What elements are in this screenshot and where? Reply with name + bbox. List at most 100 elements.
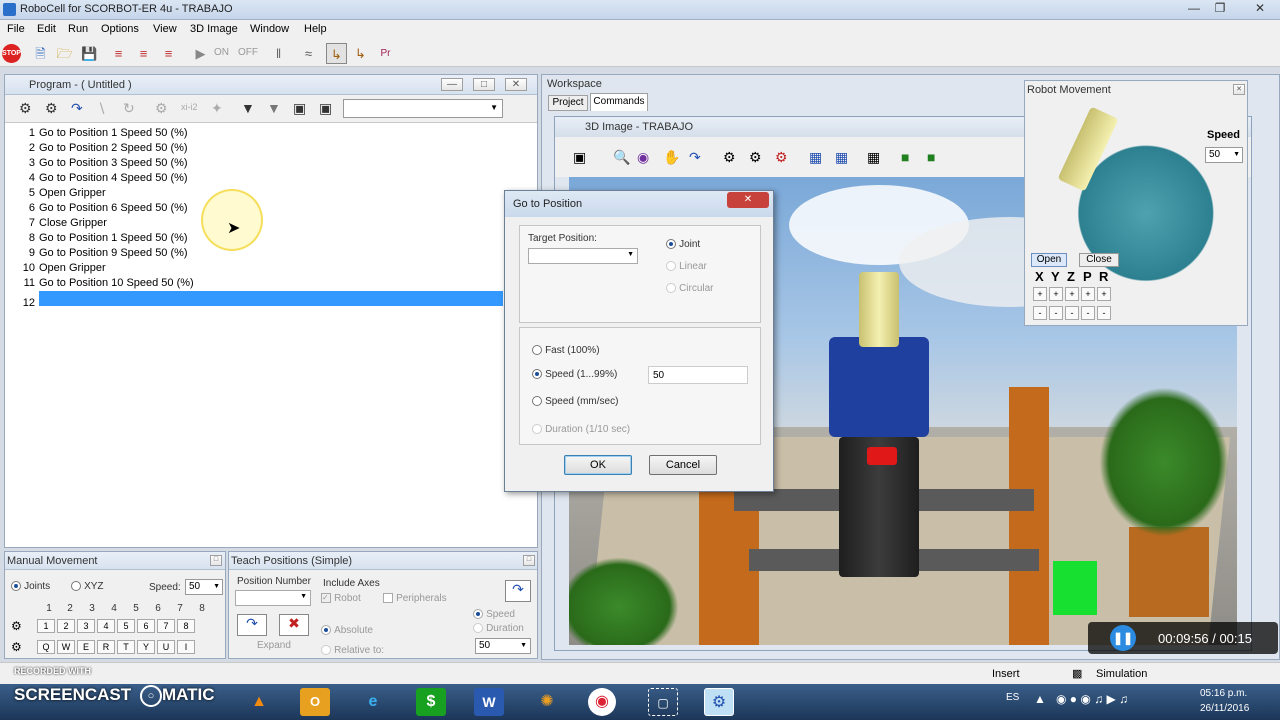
vlc-icon[interactable]: ▲ [244, 688, 274, 716]
robot-checkbox[interactable]: ✓ Robot [321, 592, 361, 604]
joint-key[interactable]: 3 [77, 619, 95, 633]
camera2-icon[interactable]: ▦ [835, 149, 848, 166]
save-icon[interactable]: 💾 [79, 43, 100, 64]
joint-key[interactable]: Y [137, 640, 155, 654]
close-icon[interactable]: ✕ [1240, 0, 1280, 17]
xyz-radio[interactable]: XYZ [71, 580, 104, 592]
robot-arm-icon[interactable]: ⚙ [19, 100, 32, 117]
pause-icon[interactable]: ❚❚ [1110, 625, 1136, 651]
menu-view[interactable]: View [153, 23, 177, 35]
duration-radio[interactable]: Duration (1/10 sec) [532, 423, 630, 435]
axis-minus-button[interactable]: - [1033, 306, 1047, 320]
speed-mm-radio[interactable]: Speed (mm/sec) [532, 395, 618, 407]
axis-plus-button[interactable]: + [1049, 287, 1063, 301]
joint-key[interactable]: R [97, 640, 115, 654]
command-dropdown[interactable]: ▼ [343, 99, 503, 118]
tab-commands[interactable]: Commands [590, 93, 648, 111]
joint-key[interactable]: 8 [177, 619, 195, 633]
program-line[interactable]: 3 Go to Position 3 Speed 50 (%) [11, 156, 503, 171]
program-line[interactable]: 10 Open Gripper [11, 261, 503, 276]
minimize-icon[interactable]: — [1180, 0, 1208, 17]
word-icon[interactable]: W [474, 688, 504, 716]
objects-icon[interactable]: ■ [901, 149, 909, 165]
objects2-icon[interactable]: ■ [927, 149, 935, 165]
relative-radio[interactable]: Relative to: [321, 644, 384, 656]
manual-close-button[interactable]: □ [210, 555, 222, 566]
gripper-close-button[interactable]: Close [1079, 253, 1119, 267]
axis-plus-button[interactable]: + [1065, 287, 1079, 301]
walk-icon[interactable]: ✦ [211, 100, 223, 117]
program-line[interactable]: 1 Go to Position 1 Speed 50 (%) [11, 126, 503, 141]
peripherals-checkbox[interactable]: Peripherals [383, 592, 447, 604]
maximize-icon[interactable]: ❐ [1206, 0, 1234, 17]
manual-speed-select[interactable]: 50 ▼ [185, 579, 223, 595]
circular-radio[interactable]: Circular [666, 282, 714, 294]
joint-key[interactable]: 6 [137, 619, 155, 633]
snip-icon[interactable]: ▢ [648, 688, 678, 716]
cancel-button[interactable]: Cancel [649, 455, 717, 475]
axis-minus-button[interactable]: - [1065, 306, 1079, 320]
teach-move-button[interactable]: ↷ [505, 580, 531, 602]
teach-record-button[interactable]: ↷ [237, 614, 267, 636]
program-line[interactable]: 2 Go to Position 2 Speed 50 (%) [11, 141, 503, 156]
axis-minus-button[interactable]: - [1081, 306, 1095, 320]
robot-view3-icon[interactable]: ⚙ [775, 149, 788, 166]
fast-radio[interactable]: Fast (100%) [532, 344, 600, 356]
tray-network-icon[interactable]: ▲ [1034, 692, 1046, 706]
target-position-select[interactable]: ▼ [528, 248, 638, 264]
joint-key[interactable]: 2 [57, 619, 75, 633]
teach-delete-button[interactable]: ✖ [279, 614, 309, 636]
teach-duration-radio[interactable]: Duration [473, 622, 524, 634]
menu-help[interactable]: Help [304, 23, 327, 35]
run-icon[interactable]: ▶ [190, 43, 211, 64]
program-icon[interactable]: Pr [375, 43, 396, 64]
view-icon[interactable]: ▣ [573, 149, 586, 166]
money-icon[interactable]: $ [416, 688, 446, 716]
joint-key[interactable]: 4 [97, 619, 115, 633]
joint-key[interactable]: 7 [157, 619, 175, 633]
rotate-view-icon[interactable]: ↷ [689, 149, 701, 166]
axis-plus-button[interactable]: + [1033, 287, 1047, 301]
open-folder-icon[interactable]: 🗁 [54, 43, 75, 64]
joint-key[interactable]: E [77, 640, 95, 654]
teach-speed-select[interactable]: 50 ▼ [475, 638, 531, 654]
rm-speed-select[interactable]: 50 ▼ [1205, 147, 1243, 163]
joint-key[interactable]: 1 [37, 619, 55, 633]
zoom-icon[interactable]: 🔍 [613, 149, 630, 166]
menu-file[interactable]: File [7, 23, 25, 35]
axis-icon[interactable]: ⚙ [155, 100, 168, 117]
joint-key[interactable]: 5 [117, 619, 135, 633]
program-line[interactable]: 5 Open Gripper [11, 186, 503, 201]
program-maximize-button[interactable]: □ [473, 78, 495, 91]
joint-radio[interactable]: Joint [666, 238, 700, 250]
zoom-fit-icon[interactable]: ◉ [637, 149, 649, 166]
program-line-selected[interactable]: 12 [11, 291, 503, 309]
xyz-icon[interactable]: xi-i2 [181, 102, 198, 112]
robot-movement-close-button[interactable]: ✕ [1233, 84, 1245, 95]
app-icon-taskbar[interactable]: ✺ [532, 688, 562, 716]
axis-minus-button[interactable]: - [1097, 306, 1111, 320]
tab-project[interactable]: Project [548, 95, 588, 111]
axis-minus-button[interactable]: - [1049, 306, 1063, 320]
expand-button[interactable]: Expand [257, 640, 291, 651]
new-file-icon[interactable]: 🗎 [30, 43, 51, 64]
robot-view-icon[interactable]: ⚙ [723, 149, 736, 166]
tray-language[interactable]: ES [1006, 692, 1019, 703]
menu-window[interactable]: Window [250, 23, 289, 35]
graph-icon[interactable]: ≈ [298, 43, 319, 64]
on-toggle[interactable]: ON [214, 47, 229, 58]
joint-key[interactable]: T [117, 640, 135, 654]
menu-edit[interactable]: Edit [37, 23, 56, 35]
program-close-button[interactable]: ✕ [505, 78, 527, 91]
axis-plus-button[interactable]: + [1097, 287, 1111, 301]
joint-key[interactable]: Q [37, 640, 55, 654]
linear-radio[interactable]: Linear [666, 260, 707, 272]
robot-view2-icon[interactable]: ⚙ [749, 149, 762, 166]
teach-speed-radio[interactable]: Speed [473, 608, 515, 620]
rotate-icon[interactable]: ↻ [123, 100, 135, 117]
ok-button[interactable]: OK [564, 455, 632, 475]
program-line[interactable]: 11 Go to Position 10 Speed 50 (%) [11, 276, 503, 291]
tray-icons[interactable]: ◉ ● ◉ ♫ ▶ ♫ [1056, 692, 1128, 706]
joint-key[interactable]: I [177, 640, 195, 654]
joints-radio[interactable]: Joints [11, 580, 50, 592]
